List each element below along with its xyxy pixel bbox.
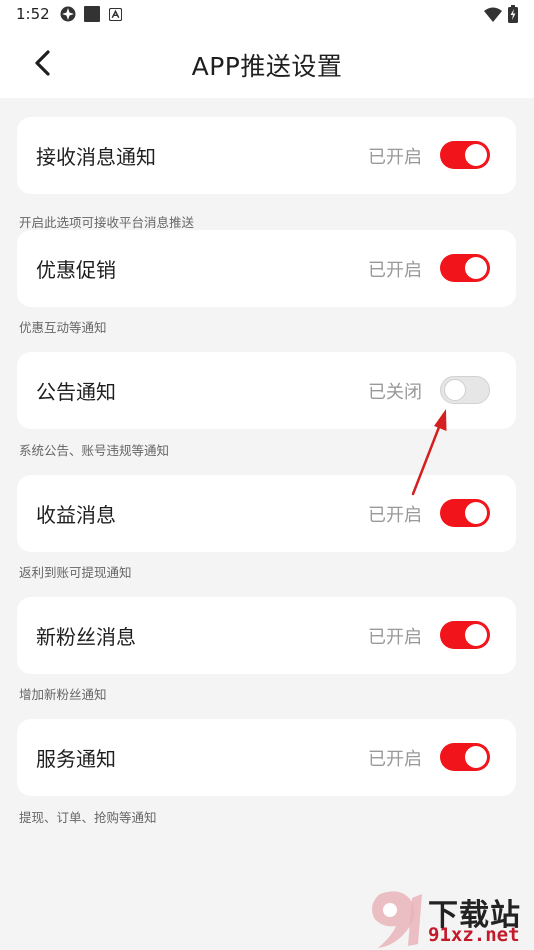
watermark-domain: 91xz.net xyxy=(428,924,520,946)
setting-label: 优惠促销 xyxy=(36,258,116,282)
toggle-knob xyxy=(444,379,466,401)
new-followers-toggle[interactable] xyxy=(440,621,490,649)
app-header: APP推送设置 xyxy=(0,30,534,98)
setting-status: 已开启 xyxy=(368,749,422,770)
setting-status: 已关闭 xyxy=(368,382,422,403)
setting-label: 公告通知 xyxy=(36,380,116,404)
site-watermark: 下载站 91xz.net xyxy=(362,888,534,950)
toggle-knob xyxy=(465,257,487,279)
setting-label: 服务通知 xyxy=(36,747,116,771)
setting-label: 收益消息 xyxy=(36,503,116,527)
receive-messages-toggle[interactable] xyxy=(440,141,490,169)
setting-hint: 优惠互动等通知 xyxy=(19,320,107,335)
earnings-toggle[interactable] xyxy=(440,499,490,527)
setting-row-service[interactable]: 服务通知 已开启 xyxy=(17,719,516,796)
setting-hint: 开启此选项可接收平台消息推送 xyxy=(19,215,195,230)
setting-status: 已开启 xyxy=(368,627,422,648)
page-title: APP推送设置 xyxy=(191,52,343,81)
promotions-toggle[interactable] xyxy=(440,254,490,282)
setting-row-earnings[interactable]: 收益消息 已开启 xyxy=(17,475,516,552)
toggle-knob xyxy=(465,144,487,166)
battery-icon xyxy=(508,5,518,23)
app-notification-icon xyxy=(60,6,76,22)
setting-hint: 提现、订单、抢购等通知 xyxy=(19,810,157,825)
toggle-knob xyxy=(465,746,487,768)
setting-row-receive-messages[interactable]: 接收消息通知 已开启 xyxy=(17,117,516,194)
text-notification-icon xyxy=(109,8,122,21)
setting-row-announcements[interactable]: 公告通知 已关闭 xyxy=(17,352,516,429)
setting-status: 已开启 xyxy=(368,505,422,526)
setting-status: 已开启 xyxy=(368,147,422,168)
status-time: 1:52 xyxy=(16,5,50,23)
toggle-knob xyxy=(465,624,487,646)
setting-hint: 增加新粉丝通知 xyxy=(19,687,107,702)
service-toggle[interactable] xyxy=(440,743,490,771)
toggle-knob xyxy=(465,502,487,524)
status-bar: 1:52 xyxy=(0,0,534,30)
wifi-icon xyxy=(484,7,502,22)
setting-row-promotions[interactable]: 优惠促销 已开启 xyxy=(17,230,516,307)
announcements-toggle[interactable] xyxy=(440,376,490,404)
setting-hint: 系统公告、账号违规等通知 xyxy=(19,443,170,458)
watermark-logo-icon xyxy=(372,891,422,948)
setting-status: 已开启 xyxy=(368,260,422,281)
setting-label: 接收消息通知 xyxy=(36,145,156,169)
setting-label: 新粉丝消息 xyxy=(36,625,136,649)
setting-hint: 返利到账可提现通知 xyxy=(19,565,132,580)
square-notification-icon xyxy=(84,6,100,22)
setting-row-new-followers[interactable]: 新粉丝消息 已开启 xyxy=(17,597,516,674)
